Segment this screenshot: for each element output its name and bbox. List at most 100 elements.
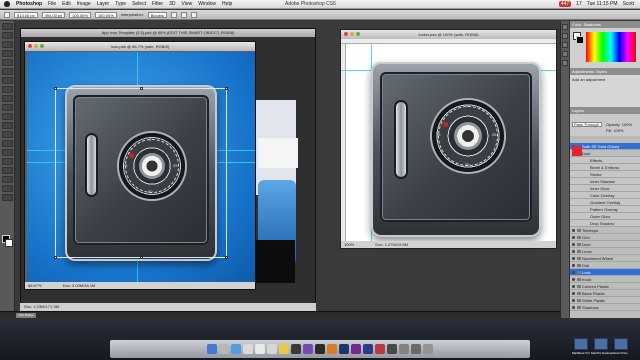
layer-effect-row[interactable]: Drop Shadow: [570, 220, 640, 227]
menu-3d[interactable]: 3D: [169, 1, 175, 7]
transform-handle[interactable]: [225, 87, 228, 90]
zoom-tool-icon[interactable]: [2, 194, 13, 201]
fill-label[interactable]: Fill: 100%: [606, 128, 624, 133]
gradient-tool-icon[interactable]: [2, 122, 13, 129]
blend-mode-select[interactable]: Pass Through: [572, 122, 602, 127]
background-color-swatch[interactable]: [5, 239, 13, 247]
itunes-icon[interactable]: [291, 344, 301, 354]
tool-preset-icon[interactable]: [4, 11, 10, 18]
transform-handle[interactable]: [54, 87, 57, 90]
user-name[interactable]: Scott: [623, 1, 634, 7]
status-badge-mail[interactable]: 447: [558, 1, 572, 7]
zoom-button[interactable]: [356, 32, 360, 36]
finder-icon[interactable]: [207, 344, 217, 354]
tab-styles[interactable]: Styles: [596, 68, 607, 75]
transform-handle[interactable]: [140, 256, 143, 259]
lasso-tool-icon[interactable]: [2, 41, 13, 48]
history-brush-tool-icon[interactable]: [2, 104, 13, 111]
launchpad-icon[interactable]: [219, 344, 229, 354]
menu-help[interactable]: Help: [222, 1, 232, 7]
app-icon[interactable]: [375, 344, 385, 354]
layer-effect-row[interactable]: Bevel & Emboss: [570, 164, 640, 171]
x-field[interactable]: 513.00 px: [14, 11, 38, 18]
close-button[interactable]: [28, 44, 32, 48]
layer-effect-row[interactable]: Outer Glow: [570, 213, 640, 220]
interpolation-select[interactable]: Bicubic: [147, 11, 167, 18]
layer-group-row[interactable]: White Plastic: [570, 297, 640, 304]
layer-effect-row[interactable]: Inner Glow: [570, 185, 640, 192]
visibility-eye-icon[interactable]: [572, 292, 575, 295]
document-title-bar[interactable]: locker.psd @ 100% (safe, RGB/8): [341, 30, 556, 39]
info-panel-icon[interactable]: [562, 60, 568, 66]
document-window-icon-psb[interactable]: icon.psb @ 66.7% (safe, RGB/8) 0 25 50 7…: [24, 41, 256, 290]
status-calendar[interactable]: 17: [576, 1, 582, 7]
opacity-label[interactable]: Opacity: 100%: [606, 122, 632, 127]
close-button[interactable]: [344, 32, 348, 36]
visibility-eye-icon[interactable]: [572, 264, 575, 267]
transform-bounding-box[interactable]: [54, 87, 228, 259]
layer-effect-row[interactable]: Color Overlay: [570, 192, 640, 199]
crop-tool-icon[interactable]: [2, 59, 13, 66]
menu-select[interactable]: Select: [132, 1, 146, 7]
zoom-button[interactable]: [40, 44, 44, 48]
panel-background-swatch[interactable]: [576, 36, 584, 44]
transform-handle[interactable]: [54, 256, 57, 259]
premiere-icon[interactable]: [351, 344, 361, 354]
visibility-eye-icon[interactable]: [572, 271, 575, 274]
healing-tool-icon[interactable]: [2, 77, 13, 84]
cancel-transform-icon[interactable]: [180, 11, 187, 18]
layer-effect-row[interactable]: Stroke: [570, 171, 640, 178]
hand-tool-icon[interactable]: [2, 185, 13, 192]
transform-handle[interactable]: [140, 87, 143, 90]
menu-image[interactable]: Image: [77, 1, 91, 7]
visibility-eye-icon[interactable]: [572, 229, 575, 232]
layer-thumbnail[interactable]: [572, 146, 582, 156]
visibility-eye-icon[interactable]: [572, 285, 575, 288]
document-window-locker-psd[interactable]: locker.psd @ 100% (safe, RGB/8) 0 25 50 …: [340, 29, 557, 249]
blur-tool-icon[interactable]: [2, 131, 13, 138]
history-panel-icon[interactable]: [562, 24, 568, 30]
layer-effect-row[interactable]: Effects: [570, 157, 640, 164]
layer-group-row[interactable]: Dial: [570, 262, 640, 269]
dodge-tool-icon[interactable]: [2, 140, 13, 147]
layer-group-row[interactable]: Black Plastic: [570, 290, 640, 297]
menu-app-name[interactable]: Photoshop: [16, 1, 42, 7]
clone-stamp-tool-icon[interactable]: [2, 95, 13, 102]
tab-swatches[interactable]: Swatches: [584, 21, 601, 28]
horizontal-ruler[interactable]: [341, 39, 556, 44]
layer-group-row[interactable]: Grid: [570, 234, 640, 241]
zoom-level[interactable]: 100%: [344, 242, 354, 247]
shape-tool-icon[interactable]: [2, 176, 13, 183]
trash-icon[interactable]: [423, 344, 433, 354]
document-title-bar[interactable]: icon.psb @ 66.7% (safe, RGB/8): [25, 42, 255, 51]
visibility-eye-icon[interactable]: [572, 278, 575, 281]
downloads-stack-icon[interactable]: [411, 344, 421, 354]
layer-group-row[interactable]: Lever: [570, 248, 640, 255]
move-tool-icon[interactable]: [2, 23, 13, 30]
terminal-icon[interactable]: [315, 344, 325, 354]
zoom-level[interactable]: 66.67%: [28, 283, 42, 288]
menu-file[interactable]: File: [48, 1, 56, 7]
brush-tool-icon[interactable]: [2, 86, 13, 93]
tab-color[interactable]: Color: [572, 21, 582, 28]
character-panel-icon[interactable]: [562, 42, 568, 48]
icon-canvas[interactable]: 0 25 50 75: [27, 52, 255, 283]
menu-view[interactable]: View: [182, 1, 193, 7]
calendar-icon[interactable]: [267, 344, 277, 354]
visibility-eye-icon[interactable]: [572, 243, 575, 246]
safe-artwork[interactable]: 0 25 50 75: [371, 62, 541, 237]
tab-adjustments[interactable]: Adjustments: [572, 68, 594, 75]
height-field[interactable]: 100.00%: [94, 11, 117, 18]
layer-group-row[interactable]: Numbered Wheel: [570, 255, 640, 262]
commit-transform-icon[interactable]: [190, 11, 197, 18]
visibility-eye-icon[interactable]: [572, 306, 575, 309]
eraser-tool-icon[interactable]: [2, 113, 13, 120]
apple-menu-icon[interactable]: [4, 1, 10, 7]
layer-group-row[interactable]: Knob: [570, 276, 640, 283]
eyedropper-tool-icon[interactable]: [2, 68, 13, 75]
layer-group-row[interactable]: Lock: [570, 269, 640, 276]
app-icon[interactable]: [387, 344, 397, 354]
layer-group-row[interactable]: Tiledrops: [570, 227, 640, 234]
menu-layer[interactable]: Layer: [97, 1, 110, 7]
minimize-button[interactable]: [350, 32, 354, 36]
